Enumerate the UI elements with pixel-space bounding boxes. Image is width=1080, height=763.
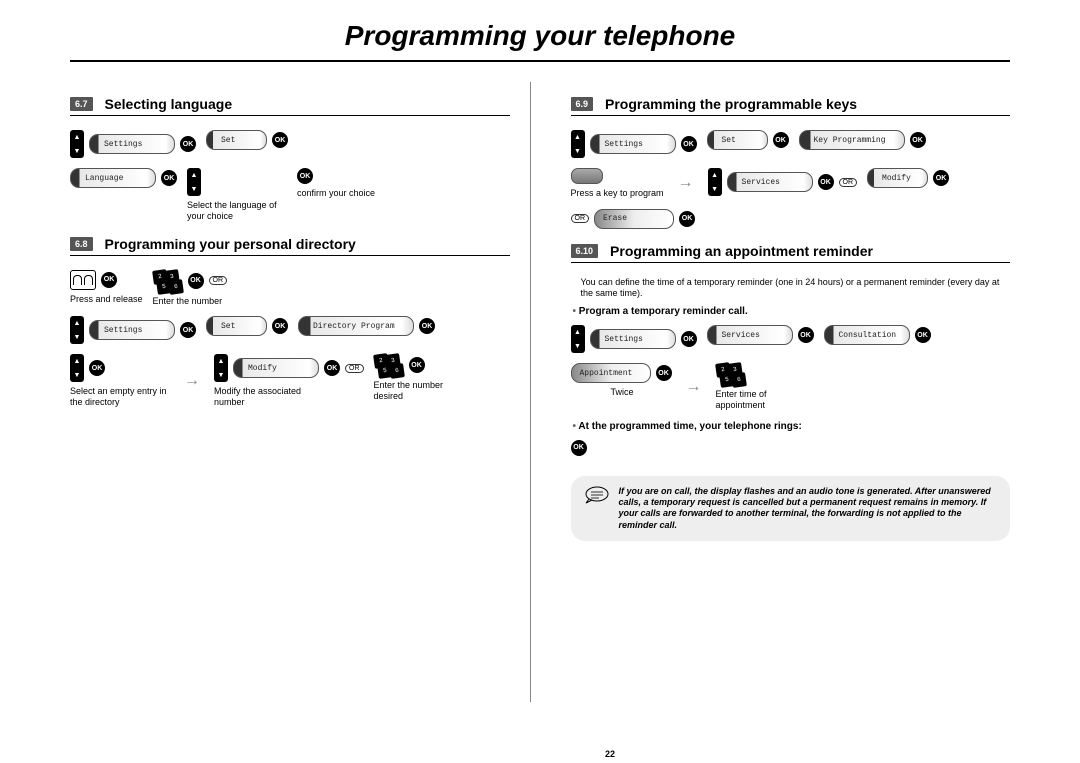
section-number: 6.8	[70, 237, 93, 251]
note-text: If you are on call, the display flashes …	[619, 486, 997, 531]
or-badge: OR	[839, 178, 858, 187]
ok-icon: OK	[681, 136, 697, 152]
ok-icon: OK	[272, 318, 288, 334]
caption: Select an empty entry in the directory	[70, 386, 170, 408]
section-title: Programming an appointment reminder	[610, 243, 873, 259]
nav-updown-icon: ▲▼	[571, 325, 585, 353]
intro-text: You can define the time of a temporary r…	[581, 277, 1011, 300]
pill-settings: Settings	[89, 320, 175, 340]
ok-icon: OK	[915, 327, 931, 343]
ok-icon: OK	[571, 440, 587, 456]
pill-modify: Modify	[233, 358, 319, 378]
ok-icon: OK	[89, 360, 105, 376]
page-title: Programming your telephone	[70, 20, 1010, 62]
section-header-6-7: 6.7 Selecting language	[70, 96, 510, 116]
keypad-icon: 2356	[374, 354, 404, 376]
pill-language: Language	[70, 168, 156, 188]
arrow-icon: →	[674, 174, 698, 192]
directory-book-icon	[70, 270, 96, 290]
nav-updown-icon: ▲▼	[70, 354, 84, 382]
section-header-6-9: 6.9 Programming the programmable keys	[571, 96, 1011, 116]
right-column: 6.9 Programming the programmable keys ▲▼…	[561, 82, 1011, 702]
nav-updown-icon: ▲▼	[70, 316, 84, 344]
arrow-icon: →	[682, 378, 706, 396]
ok-icon: OK	[272, 132, 288, 148]
pill-key-programming: Key Programming	[799, 130, 905, 150]
ok-icon: OK	[419, 318, 435, 334]
ok-icon: OK	[180, 136, 196, 152]
left-column: 6.7 Selecting language ▲▼ Settings OK Se…	[70, 82, 531, 702]
keypad-icon: 2356	[716, 363, 746, 385]
page-number: 22	[70, 749, 1080, 759]
ok-icon: OK	[933, 170, 949, 186]
ok-icon: OK	[681, 331, 697, 347]
ok-icon: OK	[910, 132, 926, 148]
arrow-icon: →	[180, 372, 204, 390]
pill-services: Services	[727, 172, 813, 192]
ok-icon: OK	[297, 168, 313, 184]
keypad-icon: 2356	[153, 270, 183, 292]
nav-updown-icon: ▲▼	[187, 168, 201, 196]
nav-updown-icon: ▲▼	[571, 130, 585, 158]
programmable-key-icon	[571, 168, 603, 184]
pill-erase: Erase	[594, 209, 674, 229]
pill-set: Set	[707, 130, 768, 150]
or-badge: OR	[209, 276, 228, 285]
caption: Select the language of your choice	[187, 200, 287, 222]
caption: Press and release	[70, 294, 143, 305]
section-number: 6.9	[571, 97, 594, 111]
nav-updown-icon: ▲▼	[708, 168, 722, 196]
pill-modify: Modify	[867, 168, 928, 188]
pill-directory-program: Directory Program	[298, 316, 414, 336]
caption: Modify the associated number	[214, 386, 314, 408]
or-badge: OR	[571, 214, 590, 223]
ok-icon: OK	[101, 272, 117, 288]
nav-updown-icon: ▲▼	[214, 354, 228, 382]
bullet-at-programmed: At the programmed time, your telephone r…	[573, 421, 1011, 432]
pill-settings: Settings	[89, 134, 175, 154]
ok-icon: OK	[409, 357, 425, 373]
caption: Enter time of appointment	[716, 389, 816, 411]
section-number: 6.7	[70, 97, 93, 111]
ok-icon: OK	[161, 170, 177, 186]
pill-consultation: Consultation	[824, 325, 910, 345]
ok-icon: OK	[773, 132, 789, 148]
pill-settings: Settings	[590, 134, 676, 154]
section-title: Programming your personal directory	[105, 236, 356, 252]
pill-services: Services	[707, 325, 793, 345]
bullet-program-temp: Program a temporary reminder call.	[573, 306, 1011, 317]
caption: Enter the number desired	[374, 380, 474, 402]
pill-settings: Settings	[590, 329, 676, 349]
ok-icon: OK	[188, 273, 204, 289]
nav-updown-icon: ▲▼	[70, 130, 84, 158]
ok-icon: OK	[679, 211, 695, 227]
caption: Press a key to program	[571, 188, 664, 199]
pill-set: Set	[206, 316, 267, 336]
pill-appointment: Appointment	[571, 363, 651, 383]
ok-icon: OK	[818, 174, 834, 190]
pill-set: Set	[206, 130, 267, 150]
section-header-6-8: 6.8 Programming your personal directory	[70, 236, 510, 256]
note-box: If you are on call, the display flashes …	[571, 476, 1011, 541]
ok-icon: OK	[324, 360, 340, 376]
section-title: Selecting language	[105, 96, 233, 112]
ok-icon: OK	[656, 365, 672, 381]
speech-bubble-icon	[585, 486, 609, 504]
section-header-6-10: 6.10 Programming an appointment reminder	[571, 243, 1011, 263]
caption: Enter the number	[153, 296, 223, 307]
section-title: Programming the programmable keys	[605, 96, 857, 112]
ok-icon: OK	[180, 322, 196, 338]
caption: confirm your choice	[297, 188, 375, 199]
ok-icon: OK	[798, 327, 814, 343]
section-number: 6.10	[571, 244, 599, 258]
or-badge: OR	[345, 364, 364, 373]
caption: Twice	[571, 387, 634, 398]
